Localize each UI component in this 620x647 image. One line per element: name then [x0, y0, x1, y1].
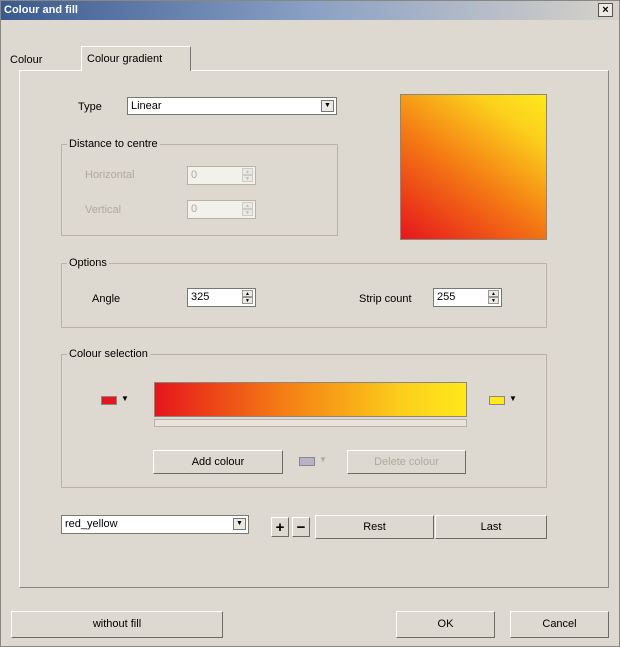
add-preset-button[interactable]: + — [271, 517, 289, 537]
spin-arrows: ▲ ▼ — [242, 168, 253, 183]
options-group-title: Options — [67, 257, 109, 269]
spin-up-icon[interactable]: ▲ — [488, 290, 499, 297]
chevron-down-icon: ▼ — [509, 394, 517, 403]
type-select[interactable]: Linear ▼ — [127, 97, 337, 115]
chevron-down-icon: ▼ — [233, 518, 246, 530]
gradient-preview — [400, 94, 547, 240]
preset-select-value: red_yellow — [65, 518, 118, 530]
horizontal-stepper[interactable]: 0 ▲ ▼ — [187, 166, 256, 185]
ok-button[interactable]: OK — [396, 611, 495, 638]
colour-and-fill-dialog: Colour and fill × Colour Colour gradient… — [0, 0, 620, 647]
spin-arrows: ▲ ▼ — [242, 290, 253, 305]
title-bar: Colour and fill × — [1, 1, 619, 20]
spin-arrows: ▲ ▼ — [242, 202, 253, 217]
middle-colour-swatch — [299, 457, 315, 466]
middle-colour-picker[interactable]: ▼ — [299, 455, 331, 469]
spin-up-icon[interactable]: ▲ — [242, 168, 253, 175]
add-colour-button[interactable]: Add colour — [153, 450, 283, 474]
spin-down-icon[interactable]: ▼ — [242, 175, 253, 182]
spin-down-icon[interactable]: ▼ — [242, 297, 253, 304]
chevron-down-icon: ▼ — [319, 455, 327, 464]
delete-colour-button[interactable]: Delete colour — [347, 450, 466, 474]
spin-down-icon[interactable]: ▼ — [242, 209, 253, 216]
spin-up-icon[interactable]: ▲ — [242, 290, 253, 297]
minus-icon: − — [296, 519, 306, 536]
start-colour-picker[interactable]: ▼ — [101, 394, 133, 408]
vertical-label: Vertical — [85, 204, 122, 216]
without-fill-button[interactable]: without fill — [11, 611, 223, 638]
close-icon: × — [602, 4, 609, 16]
preset-select[interactable]: red_yellow ▼ — [61, 515, 249, 534]
cancel-button[interactable]: Cancel — [510, 611, 609, 638]
end-colour-picker[interactable]: ▼ — [489, 394, 521, 408]
tab-colour[interactable]: Colour — [5, 50, 47, 71]
type-label: Type — [78, 101, 102, 113]
start-colour-swatch — [101, 396, 117, 405]
strip-count-value: 255 — [437, 291, 456, 303]
spin-up-icon[interactable]: ▲ — [242, 202, 253, 209]
last-button[interactable]: Last — [435, 515, 547, 539]
angle-value: 325 — [191, 291, 210, 303]
gradient-stop-track[interactable] — [154, 419, 467, 427]
vertical-value: 0 — [191, 203, 198, 215]
distance-group-title: Distance to centre — [67, 138, 160, 150]
end-colour-swatch — [489, 396, 505, 405]
angle-stepper[interactable]: 325 ▲ ▼ — [187, 288, 256, 307]
vertical-stepper[interactable]: 0 ▲ ▼ — [187, 200, 256, 219]
angle-label: Angle — [92, 293, 121, 305]
close-button[interactable]: × — [598, 3, 613, 17]
chevron-down-icon: ▼ — [121, 394, 129, 403]
strip-count-stepper[interactable]: 255 ▲ ▼ — [433, 288, 502, 307]
remove-preset-button[interactable]: − — [292, 517, 310, 537]
chevron-down-icon: ▼ — [321, 100, 334, 112]
plus-icon: + — [275, 519, 285, 536]
spin-down-icon[interactable]: ▼ — [488, 297, 499, 304]
window-title: Colour and fill — [4, 4, 78, 16]
colour-selection-title: Colour selection — [67, 348, 150, 360]
rest-button[interactable]: Rest — [315, 515, 434, 539]
strip-count-label: Strip count — [359, 293, 412, 305]
horizontal-label: Horizontal — [85, 169, 135, 181]
distance-to-centre-group: Distance to centre — [61, 138, 338, 236]
gradient-bar[interactable] — [154, 382, 467, 417]
horizontal-value: 0 — [191, 169, 198, 181]
type-select-value: Linear — [131, 100, 162, 112]
spin-arrows: ▲ ▼ — [488, 290, 499, 305]
tab-colour-gradient[interactable]: Colour gradient — [81, 46, 191, 71]
